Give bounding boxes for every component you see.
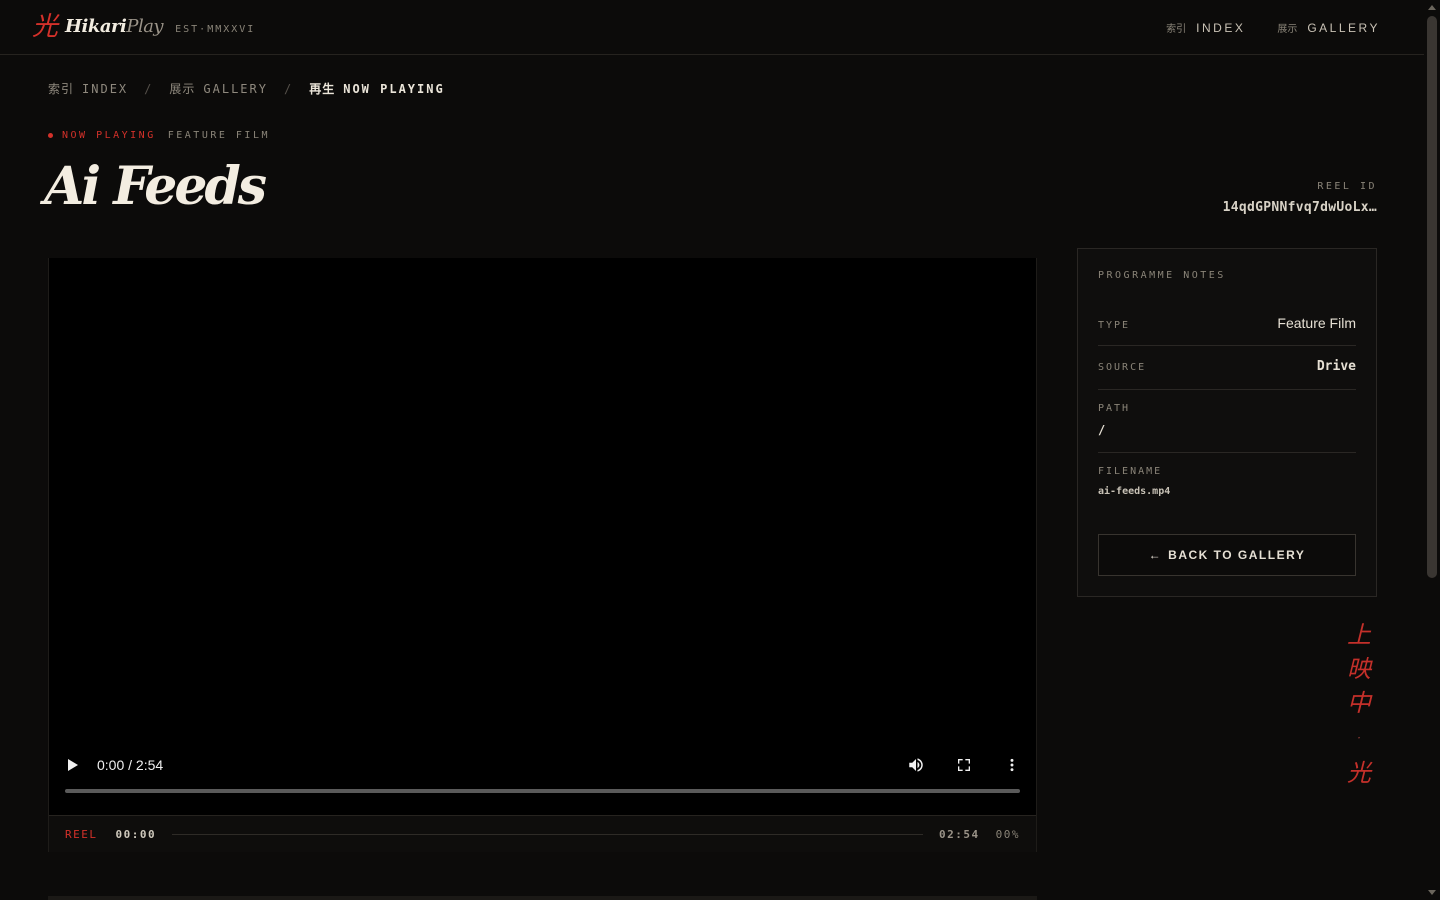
breadcrumb-separator: / bbox=[283, 82, 294, 96]
live-dot-icon bbox=[48, 133, 53, 138]
play-icon[interactable] bbox=[68, 759, 78, 771]
fullscreen-icon[interactable] bbox=[954, 755, 974, 775]
page-scrollbar[interactable] bbox=[1424, 0, 1440, 900]
back-to-gallery-label: BACK TO GALLERY bbox=[1168, 548, 1306, 562]
breadcrumb-gallery[interactable]: 展示 GALLERY bbox=[169, 80, 268, 97]
vertical-char: 上 bbox=[1347, 621, 1371, 649]
reel-id-value: 14qdGPNNfvq7dwUoLx… bbox=[1222, 200, 1377, 215]
breadcrumb-index[interactable]: 索引 INDEX bbox=[48, 80, 128, 97]
reel-track[interactable] bbox=[172, 833, 923, 835]
reel-percent: 00% bbox=[995, 827, 1020, 841]
path-value: / bbox=[1098, 423, 1106, 437]
top-bar: 光 HikariPlay EST·MMXXVI 索引 INDEX 展示 GALL… bbox=[0, 0, 1424, 55]
vertical-kanji-text: 上 映 中 · 光 bbox=[1344, 618, 1374, 790]
reel-duration: 02:54 bbox=[939, 827, 980, 841]
filename-value: ai-feeds.mp4 bbox=[1098, 486, 1171, 497]
notes-filename-row: FILENAME ai-feeds.mp4 bbox=[1098, 466, 1356, 506]
scroll-down-icon[interactable] bbox=[1428, 890, 1436, 895]
scroll-thumb[interactable] bbox=[1427, 16, 1437, 578]
video-time: 0:00 / 2:54 bbox=[97, 757, 164, 773]
kicker: NOW PLAYING FEATURE FILM bbox=[48, 130, 270, 141]
brand-est: EST·MMXXVI bbox=[175, 23, 256, 35]
reel-label: REEL bbox=[65, 827, 98, 841]
video-surface[interactable]: 0:00 / 2:54 bbox=[49, 258, 1036, 815]
notes-title: PROGRAMME NOTES bbox=[1098, 270, 1226, 281]
notes-path-row: PATH / bbox=[1098, 403, 1356, 453]
programme-notes-panel: PROGRAMME NOTES TYPE Feature Film SOURCE… bbox=[1077, 248, 1377, 597]
now-playing-label: NOW PLAYING bbox=[62, 130, 156, 141]
reel-bar: REEL 00:00 02:54 00% bbox=[49, 815, 1036, 852]
vertical-char: · bbox=[1357, 731, 1361, 745]
reel-current-time: 00:00 bbox=[115, 827, 157, 841]
breadcrumb-separator: / bbox=[144, 82, 154, 96]
vertical-char: 光 bbox=[1347, 759, 1371, 787]
film-type-label: FEATURE FILM bbox=[167, 130, 270, 141]
scroll-up-icon[interactable] bbox=[1428, 5, 1436, 10]
type-value: Feature Film bbox=[1277, 315, 1356, 331]
filename-label: FILENAME bbox=[1098, 466, 1163, 477]
arrow-left-icon: ← bbox=[1148, 548, 1163, 562]
nav-item-gallery[interactable]: 展示 GALLERY bbox=[1277, 20, 1380, 35]
volume-icon[interactable] bbox=[906, 755, 926, 775]
next-section-edge bbox=[48, 896, 1037, 900]
main-nav: 索引 INDEX 展示 GALLERY bbox=[1166, 20, 1380, 35]
notes-source-row: SOURCE Drive bbox=[1098, 359, 1356, 390]
logo-kanji-icon: 光 bbox=[32, 12, 59, 42]
nav-item-index[interactable]: 索引 INDEX bbox=[1166, 20, 1245, 35]
notes-type-row: TYPE Feature Film bbox=[1098, 315, 1356, 346]
breadcrumb-now-playing: 再生 NOW PLAYING bbox=[309, 82, 445, 96]
video-progress-bar[interactable] bbox=[65, 789, 1020, 793]
vertical-char: 映 bbox=[1347, 655, 1371, 683]
reel-id: REEL ID 14qdGPNNfvq7dwUoLx… bbox=[1223, 181, 1377, 215]
source-value: Drive bbox=[1316, 359, 1356, 374]
page-title: Ai Feeds bbox=[44, 156, 267, 217]
brand-name: HikariPlay bbox=[65, 16, 164, 37]
type-label: TYPE bbox=[1098, 320, 1131, 331]
breadcrumb: 索引 INDEX / 展示 GALLERY / 再生 NOW PLAYING bbox=[48, 80, 445, 97]
video-player: 0:00 / 2:54 REEL 00:00 02:54 00% bbox=[48, 258, 1037, 852]
source-label: SOURCE bbox=[1098, 362, 1147, 373]
reel-id-label: REEL ID bbox=[1317, 181, 1377, 192]
vertical-char: 中 bbox=[1347, 689, 1371, 717]
brand-logo[interactable]: 光 HikariPlay EST·MMXXVI bbox=[32, 12, 255, 42]
back-to-gallery-button[interactable]: ← BACK TO GALLERY bbox=[1098, 534, 1356, 576]
more-options-icon[interactable] bbox=[1002, 755, 1022, 775]
path-label: PATH bbox=[1098, 403, 1131, 414]
